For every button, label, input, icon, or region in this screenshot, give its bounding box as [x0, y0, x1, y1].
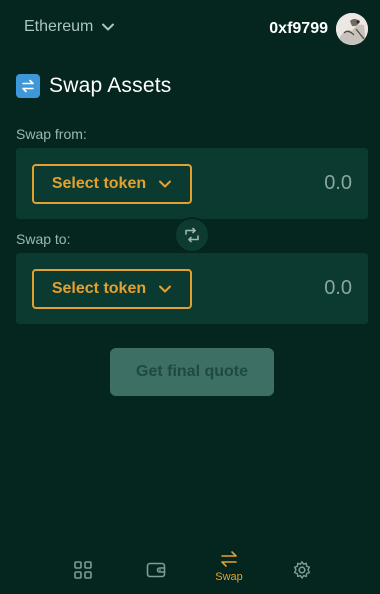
swap-from-label: Swap from:: [16, 126, 87, 142]
swap-from-panel: Select token 0.0: [16, 148, 368, 219]
account-address: 0xf9799: [269, 20, 328, 37]
select-token-label: Select token: [51, 280, 147, 297]
nav-item-swap-label: Swap: [215, 571, 243, 583]
swap-to-panel: Select token 0.0: [16, 253, 368, 324]
swap-icon: [16, 74, 40, 98]
chevron-down-icon: [102, 23, 115, 31]
network-label: Ethereum: [24, 18, 94, 35]
nav-item-dashboard[interactable]: [63, 544, 103, 594]
gear-icon: [293, 561, 311, 579]
nav-item-wallet[interactable]: [136, 544, 176, 594]
nav-item-swap[interactable]: Swap: [209, 544, 249, 594]
select-token-to-button[interactable]: Select token: [32, 269, 192, 309]
select-token-from-button[interactable]: Select token: [32, 164, 192, 204]
chevron-down-icon: [159, 180, 172, 188]
swap-to-label: Swap to:: [16, 231, 71, 247]
swap-direction-icon: [185, 227, 199, 243]
avatar-image: [336, 13, 368, 45]
swap-from-amount-input[interactable]: 0.0: [324, 172, 352, 195]
nav-item-settings[interactable]: [282, 544, 322, 594]
swap-to-amount-input[interactable]: 0.0: [324, 277, 352, 300]
network-selector[interactable]: Ethereum: [24, 18, 115, 36]
swap-arrows-icon: [221, 551, 237, 567]
select-token-label: Select token: [51, 175, 147, 192]
wallet-icon: [146, 562, 166, 578]
avatar: [336, 13, 368, 45]
chevron-down-icon: [159, 285, 172, 293]
bottom-nav: Swap: [0, 544, 380, 594]
header: Ethereum 0xf9799: [0, 0, 380, 60]
get-final-quote-button[interactable]: Get final quote: [110, 348, 274, 396]
flip-direction-button[interactable]: [174, 217, 210, 253]
account-button[interactable]: 0xf9799: [269, 13, 368, 45]
page-title: Swap Assets: [16, 74, 171, 98]
grid-icon: [74, 561, 92, 579]
page-title-text: Swap Assets: [49, 74, 172, 97]
